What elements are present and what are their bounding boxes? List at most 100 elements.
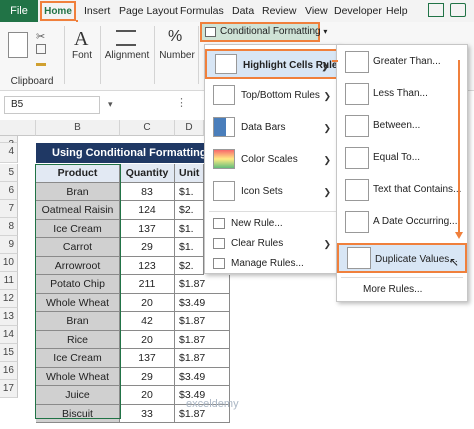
cell-quantity[interactable]: 33	[120, 404, 175, 423]
submenu-item-label: A Date Occurring...	[373, 216, 458, 227]
row-header[interactable]: 12	[0, 290, 18, 308]
menu-top-bottom-rules[interactable]: Top/Bottom Rules ❯	[205, 81, 339, 111]
ribbon-divider	[154, 26, 155, 84]
row-header[interactable]: 14	[0, 326, 18, 344]
highlight-cells-submenu: Greater Than... Less Than... Between... …	[336, 44, 468, 302]
menu-icon-sets[interactable]: Icon Sets ❯	[205, 177, 339, 207]
row-header[interactable]: 15	[0, 344, 18, 362]
menu-color-scales[interactable]: Color Scales ❯	[205, 145, 339, 175]
submenu-more-rules[interactable]: More Rules...	[337, 281, 467, 299]
cell-unit-price[interactable]: $1.87	[175, 330, 230, 349]
tab-file[interactable]: File	[0, 0, 38, 22]
paste-icon[interactable]	[8, 32, 28, 58]
number-format-icon[interactable]: %	[168, 28, 182, 46]
more-options-icon[interactable]: ⋮	[176, 96, 187, 109]
cell-unit-price[interactable]: $2.	[175, 201, 204, 220]
chevron-right-icon: ❯	[323, 155, 331, 165]
font-icon[interactable]: A	[74, 28, 88, 51]
column-header-c[interactable]: C	[120, 120, 175, 136]
cell-quantity[interactable]: 20	[120, 293, 175, 312]
cell-unit-price[interactable]: $3.49	[175, 293, 230, 312]
column-header-b[interactable]: B	[36, 120, 120, 136]
cell-unit-price[interactable]: $3.49	[175, 367, 230, 386]
chevron-right-icon: ❯	[323, 239, 331, 249]
copy-icon[interactable]	[36, 44, 46, 54]
highlight-cells-icon	[215, 54, 237, 74]
menu-divider	[209, 211, 337, 212]
row-header[interactable]: 10	[0, 254, 18, 272]
menu-manage-rules[interactable]: Manage Rules...	[205, 255, 339, 273]
sheet-title[interactable]: Using Conditional Formatting	[36, 143, 206, 163]
submenu-equal-to[interactable]: Equal To...	[337, 143, 467, 173]
row-header[interactable]: 9	[0, 236, 18, 254]
header-unit-price[interactable]: Unit P	[175, 164, 204, 183]
cell-unit-price[interactable]: $1.87	[175, 312, 230, 331]
cell-unit-price[interactable]: $1.	[175, 238, 204, 257]
submenu-text-contains[interactable]: Text that Contains...	[337, 175, 467, 205]
cell-quantity[interactable]: 83	[120, 182, 175, 201]
tab-developer[interactable]: Developer	[334, 0, 382, 22]
column-header-d[interactable]: D	[175, 120, 204, 136]
cell-unit-price[interactable]: $1.	[175, 182, 204, 201]
cell-unit-price[interactable]: $2.	[175, 256, 204, 275]
chevron-down-icon[interactable]: ▾	[108, 99, 113, 110]
tab-formulas[interactable]: Formulas	[180, 0, 224, 22]
tab-help[interactable]: Help	[386, 0, 408, 22]
format-painter-icon[interactable]	[36, 58, 46, 66]
menu-data-bars[interactable]: Data Bars ❯	[205, 113, 339, 143]
cell-quantity[interactable]: 124	[120, 201, 175, 220]
menu-highlight-cells-rules[interactable]: Highlight Cells Rules ❯	[205, 49, 343, 79]
font-group-label[interactable]: Font	[66, 50, 98, 61]
cell-quantity[interactable]: 20	[120, 386, 175, 405]
conditional-formatting-button[interactable]: Conditional Formatting ▾	[200, 22, 327, 42]
tab-data[interactable]: Data	[232, 0, 254, 22]
row-header[interactable]: 16	[0, 362, 18, 380]
cell-quantity[interactable]: 29	[120, 367, 175, 386]
cell-quantity[interactable]: 42	[120, 312, 175, 331]
tab-view[interactable]: View	[305, 0, 328, 22]
submenu-greater-than[interactable]: Greater Than...	[337, 47, 467, 77]
equal-to-icon	[345, 147, 369, 169]
tab-insert[interactable]: Insert	[84, 0, 110, 22]
tab-review[interactable]: Review	[262, 0, 296, 22]
cell-quantity[interactable]: 211	[120, 275, 175, 294]
row-header[interactable]: 11	[0, 272, 18, 290]
comments-icon[interactable]	[450, 3, 466, 17]
select-all-corner[interactable]	[0, 120, 36, 136]
row-header[interactable]: 13	[0, 308, 18, 326]
cell-quantity[interactable]: 123	[120, 256, 175, 275]
name-box[interactable]: B5	[4, 96, 100, 114]
watermark-logo: exceldemy	[186, 398, 239, 410]
row-header[interactable]: 3	[0, 136, 18, 150]
alignment-icon[interactable]	[116, 30, 136, 46]
row-header[interactable]: 5	[0, 164, 18, 182]
menu-item-label: Clear Rules	[231, 238, 284, 249]
tab-home[interactable]: Home	[40, 1, 76, 21]
menu-clear-rules[interactable]: Clear Rules ❯	[205, 235, 339, 253]
cell-quantity[interactable]: 20	[120, 330, 175, 349]
submenu-between[interactable]: Between...	[337, 111, 467, 141]
row-header[interactable]: 7	[0, 200, 18, 218]
cell-quantity[interactable]: 29	[120, 238, 175, 257]
share-icon[interactable]	[428, 3, 444, 17]
alignment-group-label[interactable]: Alignment	[104, 50, 150, 61]
cell-quantity[interactable]: 137	[120, 219, 175, 238]
tab-page-layout[interactable]: Page Layout	[119, 0, 178, 22]
row-header[interactable]: 8	[0, 218, 18, 236]
submenu-date-occurring[interactable]: A Date Occurring...	[337, 207, 467, 237]
cell-unit-price[interactable]: $1.	[175, 219, 204, 238]
header-quantity[interactable]: Quantity	[120, 164, 175, 183]
menu-item-label: New Rule...	[231, 218, 283, 229]
cell-unit-price[interactable]: $1.87	[175, 275, 230, 294]
row-header[interactable]: 17	[0, 380, 18, 398]
chevron-right-icon: ❯	[321, 61, 329, 71]
cell-unit-price[interactable]: $1.87	[175, 349, 230, 368]
cell-quantity[interactable]: 137	[120, 349, 175, 368]
menu-new-rule[interactable]: New Rule...	[205, 215, 339, 233]
number-group-label[interactable]: Number	[158, 50, 196, 61]
submenu-duplicate-values[interactable]: Duplicate Values... ↖	[337, 243, 467, 273]
row-header[interactable]: 6	[0, 182, 18, 200]
cut-icon[interactable]: ✂	[36, 30, 45, 43]
submenu-less-than[interactable]: Less Than...	[337, 79, 467, 109]
row-header[interactable]: 4	[0, 143, 18, 163]
